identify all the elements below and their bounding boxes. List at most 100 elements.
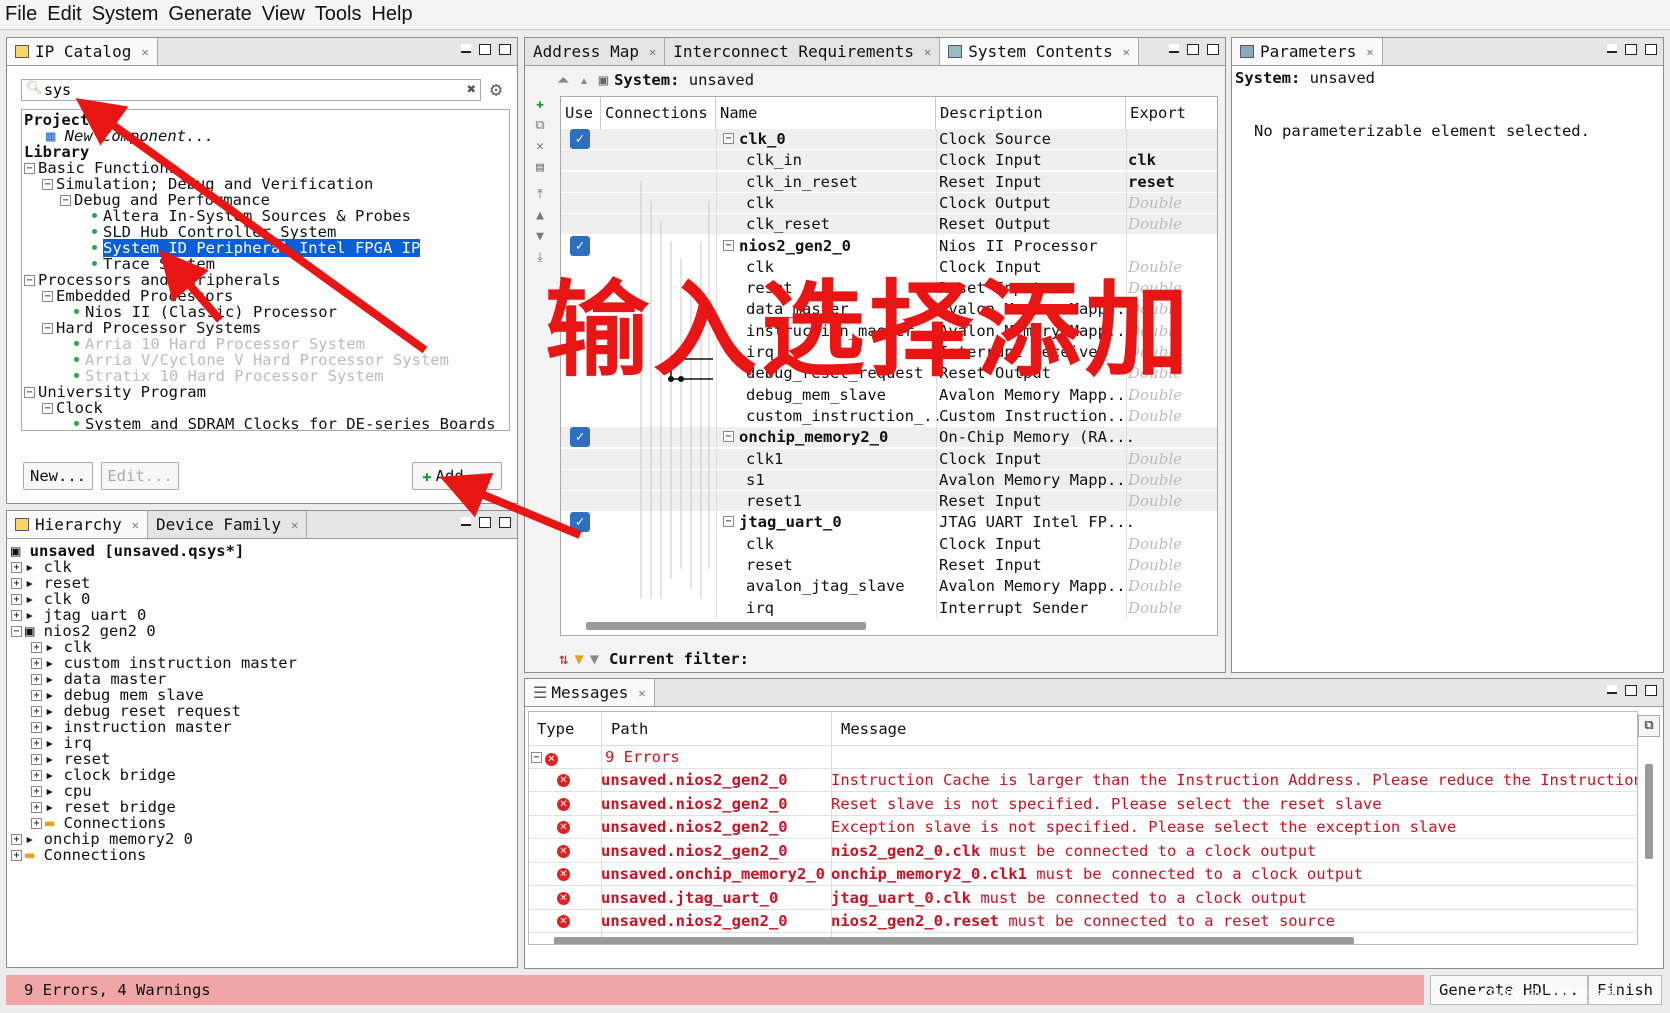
expand-icon[interactable]: + <box>31 722 42 733</box>
hierarchy-item[interactable]: + ▸ reset <box>11 751 297 767</box>
use-checkbox[interactable]: ✓ <box>570 427 590 448</box>
export-cell[interactable]: Double <box>1128 449 1182 469</box>
hierarchy-item[interactable]: + ▸ clk <box>11 559 297 575</box>
hierarchy-item[interactable]: + ▸ reset bridge <box>11 799 297 815</box>
ip-tree-item[interactable]: − Processors and Peripherals <box>24 272 496 288</box>
export-cell[interactable]: Double <box>1128 406 1182 426</box>
filter-icon-2[interactable]: ▼ <box>574 650 583 668</box>
ip-tree-item[interactable]: SLD Hub Controller System <box>24 224 496 240</box>
column-header[interactable]: Use <box>561 97 601 129</box>
expand-icon[interactable]: + <box>11 834 22 845</box>
export-cell[interactable]: Double <box>1128 534 1182 554</box>
export-cell[interactable]: Double <box>1128 576 1182 596</box>
menu-edit[interactable]: Edit <box>42 3 86 26</box>
vertical-scrollbar[interactable] <box>1645 764 1653 859</box>
column-header[interactable]: Description <box>936 97 1126 129</box>
tab-messages[interactable]: ☰ Messages ✕ <box>525 679 655 706</box>
message-row[interactable]: ✕ unsaved.nios2_gen2_0 Instruction Cache i… <box>529 769 1637 792</box>
expand-icon[interactable]: + <box>31 706 42 717</box>
minimize-icon[interactable] <box>461 517 471 526</box>
use-checkbox[interactable]: ✓ <box>570 512 590 533</box>
tab-interconnect-requirements[interactable]: Interconnect Requirements ✕ <box>665 38 941 65</box>
restore-icon[interactable] <box>1625 685 1637 696</box>
hierarchy-item[interactable]: + ▸ custom instruction master <box>11 655 297 671</box>
close-icon[interactable]: ✕ <box>141 45 148 59</box>
settings-gear-icon[interactable]: ⚙ <box>490 77 502 101</box>
message-row[interactable]: ✕ unsaved.nios2_gen2_0 nios2_gen2_0.clk mu… <box>529 840 1637 863</box>
message-row[interactable]: ✕ unsaved.nios2_gen2_0 nios2_gen2_0.reset … <box>529 910 1637 933</box>
expand-icon[interactable]: + <box>31 802 42 813</box>
close-icon[interactable]: ✕ <box>638 686 645 700</box>
restore-icon[interactable] <box>1625 44 1637 55</box>
ip-tree-item[interactable]: − Debug and Performance <box>24 192 496 208</box>
message-row[interactable]: ✕ unsaved.nios2_gen2_0 Reset slave is not … <box>529 793 1637 816</box>
maximize-icon[interactable] <box>1645 685 1657 696</box>
collapse-icon[interactable]: − <box>723 431 734 443</box>
remove-icon[interactable]: ✕ <box>533 140 547 153</box>
maximize-icon[interactable] <box>499 517 511 528</box>
add-component-icon[interactable]: ✚ <box>533 98 547 111</box>
ip-tree-item[interactable]: System ID Peripheral Intel FPGA IP <box>24 239 496 257</box>
export-cell[interactable]: Double <box>1128 193 1182 213</box>
collapse-icon[interactable]: − <box>42 403 53 414</box>
collapse-icon[interactable]: − <box>60 195 71 206</box>
menu-help[interactable]: Help <box>366 3 417 26</box>
message-row[interactable]: ✕ unsaved.onchip_memory2_0 onchip_memory2_… <box>529 863 1637 886</box>
expand-icon[interactable]: + <box>31 754 42 765</box>
close-icon[interactable]: ✕ <box>649 45 656 59</box>
collapse-all-icon[interactable]: ⏶ <box>557 71 569 89</box>
ip-tree-item[interactable]: Project <box>24 112 496 128</box>
move-up-icon[interactable]: ▲ <box>533 209 547 222</box>
expand-icon[interactable]: + <box>11 562 22 573</box>
new-button[interactable]: New... <box>23 462 93 490</box>
hierarchy-item[interactable]: + ▸ cpu <box>11 783 297 799</box>
collapse-icon[interactable]: − <box>42 323 53 334</box>
collapse-icon[interactable]: − <box>24 387 35 398</box>
collapse-icon[interactable]: − <box>24 275 35 286</box>
message-row[interactable]: ✕ unsaved.nios2_gen2_0 Exception slave is … <box>529 816 1637 839</box>
collapse-icon[interactable]: − <box>531 752 542 763</box>
hierarchy-item[interactable]: + ▸ clk 0 <box>11 591 297 607</box>
expand-icon[interactable]: + <box>31 690 42 701</box>
expand-icon[interactable]: + <box>31 818 42 829</box>
collapse-icon[interactable]: − <box>723 133 734 144</box>
minimize-icon[interactable] <box>1607 685 1617 694</box>
clear-filter-icon[interactable]: ▼ <box>590 650 599 668</box>
hierarchy-item[interactable]: − ▣ nios2 gen2 0 <box>11 623 297 639</box>
expand-icon[interactable]: + <box>31 770 42 781</box>
up-icon[interactable]: ▴ <box>579 71 588 89</box>
hierarchy-item[interactable]: + ▬ Connections <box>11 847 297 863</box>
move-top-icon[interactable]: ⤒ <box>533 188 547 201</box>
ip-tree-item[interactable]: − Clock <box>24 400 496 416</box>
ip-tree-item[interactable]: Library <box>24 144 496 160</box>
tab-system-contents[interactable]: System Contents ✕ <box>940 38 1139 65</box>
restore-icon[interactable] <box>479 517 491 528</box>
maximize-icon[interactable] <box>1645 44 1657 55</box>
maximize-icon[interactable] <box>499 44 511 55</box>
ip-tree-item[interactable]: Nios II (Classic) Processor <box>24 304 496 320</box>
hierarchy-item[interactable]: ▣ unsaved [unsaved.qsys*] <box>11 543 297 559</box>
minimize-icon[interactable] <box>461 44 471 53</box>
ip-tree-item[interactable]: − University Program <box>24 384 496 400</box>
ip-tree-item[interactable]: ▦ New Component... <box>24 128 496 144</box>
expand-icon[interactable]: + <box>11 610 22 621</box>
tab-device-family[interactable]: Device Family ✕ <box>147 511 308 538</box>
hierarchy-item[interactable]: + ▸ onchip memory2 0 <box>11 831 297 847</box>
expand-icon[interactable]: + <box>31 674 42 685</box>
close-icon[interactable]: ✕ <box>1123 45 1130 59</box>
clear-search-icon[interactable]: ✖ <box>467 80 476 98</box>
ip-tree-item[interactable]: − Hard Processor Systems <box>24 320 496 336</box>
menu-file[interactable]: File <box>0 3 42 26</box>
export-cell[interactable]: Double <box>1128 214 1182 234</box>
hierarchy-item[interactable]: + ▸ reset <box>11 575 297 591</box>
ip-tree-item[interactable]: Arria V/Cyclone V Hard Processor System <box>24 352 496 368</box>
ip-tree-item[interactable]: Trace System <box>24 256 496 272</box>
restore-icon[interactable] <box>1187 44 1199 55</box>
export-cell[interactable]: clk <box>1128 150 1156 170</box>
ip-tree-item[interactable]: − Basic Functions <box>24 160 496 176</box>
expand-icon[interactable]: + <box>11 578 22 589</box>
close-icon[interactable]: ✕ <box>924 45 931 59</box>
ip-tree-item[interactable]: Arria 10 Hard Processor System <box>24 336 496 352</box>
close-icon[interactable]: ✕ <box>132 518 139 532</box>
expand-icon[interactable]: + <box>11 594 22 605</box>
